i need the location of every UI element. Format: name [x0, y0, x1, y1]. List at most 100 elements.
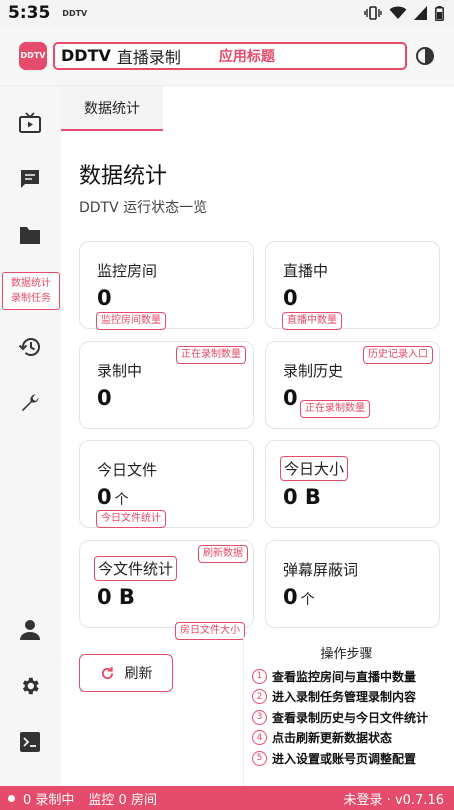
- stat-label: 直播中: [283, 262, 329, 280]
- stat-label: 录制中: [97, 362, 143, 380]
- annotation-tag: 历史记录入口: [363, 346, 433, 364]
- stat-number: 0: [283, 585, 298, 609]
- gear-icon: [22, 677, 39, 695]
- step-item: 1 查看监控房间与直播中数量: [244, 666, 449, 687]
- annotation-tag: 刷新数据: [198, 545, 248, 563]
- annotation-tag: 房日文件大小: [175, 622, 245, 640]
- annotation-tag: 正在录制数量: [300, 400, 370, 418]
- step-item: 5 进入设置或账号页调整配置: [244, 748, 449, 769]
- stat-unit: 个: [114, 492, 129, 508]
- stat-card-today-files[interactable]: 今日文件 0个 今日文件统计: [79, 440, 254, 528]
- app-title: DDTV: [61, 46, 111, 65]
- status-icons: [364, 5, 444, 21]
- app-subtitle: 直播录制: [116, 47, 181, 67]
- battery-icon: [435, 5, 444, 21]
- tv-icon: [19, 112, 41, 133]
- sidebar-item-danmaku[interactable]: [14, 163, 46, 195]
- app-logo: DDTV: [19, 41, 47, 70]
- sidebar-item-console[interactable]: [14, 726, 46, 758]
- sidebar-item-tools[interactable]: [14, 387, 46, 419]
- terminal-icon: [20, 732, 40, 752]
- stat-card-today-size[interactable]: 今日大小 0 B: [265, 440, 440, 528]
- annotation-tag: 正在录制数量: [176, 346, 246, 364]
- step-item: 3 查看录制历史与今日文件统计: [244, 707, 449, 728]
- step-text: 查看监控房间与直播中数量: [272, 669, 417, 684]
- recording-dot-icon: [8, 794, 15, 802]
- stat-label: 今文件统计: [94, 556, 178, 581]
- stat-value: 0: [97, 386, 112, 410]
- sidebar-item-files[interactable]: [14, 219, 46, 251]
- status-bar: 5:35 DDTV: [0, 0, 454, 26]
- stat-value: 0个: [283, 585, 315, 609]
- annotation-tag: 监控房间数量: [96, 312, 166, 330]
- app-bar: DDTV DDTV 直播录制 应用标题: [0, 26, 454, 86]
- step-item: 2 进入录制任务管理录制内容: [244, 687, 449, 708]
- status-carrier: DDTV: [62, 8, 88, 18]
- theme-toggle-button[interactable]: [414, 45, 436, 67]
- stat-label: 弹幕屏蔽词: [283, 561, 359, 579]
- footer-monitor-count: 监控 0 房间: [88, 792, 157, 808]
- step-text: 点击刷新更新数据状态: [272, 731, 393, 746]
- step-text: 进入设置或账号页调整配置: [272, 751, 417, 766]
- status-time: 5:35: [8, 3, 51, 23]
- sidebar-item-tasks-label: 录制任务: [11, 293, 51, 304]
- stat-unit: 个: [300, 592, 315, 608]
- signal-icon: [414, 6, 427, 20]
- stat-value: 0: [283, 286, 298, 310]
- sidebar: 数据统计 录制任务: [0, 86, 61, 786]
- sidebar-item-settings[interactable]: [14, 670, 46, 702]
- steps-title: 操作步骤: [320, 647, 373, 662]
- user-icon: [20, 620, 40, 640]
- folder-icon: [20, 227, 40, 244]
- refresh-button[interactable]: 刷新: [79, 654, 173, 692]
- chat-icon: [21, 170, 39, 188]
- annotation-tag: 今日文件统计: [96, 510, 166, 528]
- steps-panel: 操作步骤 1 查看监控房间与直播中数量 2 进入录制任务管理录制内容 3 查看录制历史…: [243, 637, 449, 786]
- step-number: 2: [252, 689, 267, 705]
- sidebar-item-stats[interactable]: 数据统计 录制任务: [2, 272, 60, 310]
- refresh-label: 刷新: [124, 666, 153, 682]
- step-text: 查看录制历史与今日文件统计: [272, 710, 429, 725]
- sidebar-item-history[interactable]: [14, 331, 46, 363]
- stat-value: 0 B: [283, 485, 321, 509]
- sidebar-item-account[interactable]: [14, 614, 46, 646]
- annotation-tag: 直播中数量: [282, 312, 342, 330]
- stat-card-file-stats[interactable]: 今文件统计 0 B 刷新数据 房日文件大小: [79, 540, 254, 640]
- wrench-icon: [21, 394, 39, 412]
- stat-card-recording[interactable]: 录制中 0 正在录制数量: [79, 341, 254, 429]
- main-content: 数据统计 数据统计 DDTV 运行状态一览 监控房间 0 监控房间数量 直播中 …: [61, 86, 454, 786]
- page-subtitle: DDTV 运行状态一览: [79, 200, 208, 216]
- refresh-icon: [101, 666, 113, 679]
- sidebar-item-stats-label: 数据统计: [11, 278, 51, 289]
- contrast-icon: [416, 46, 434, 65]
- stat-card-live[interactable]: 直播中 0 直播中数量: [265, 241, 440, 330]
- sidebar-item-live[interactable]: [14, 107, 46, 139]
- stat-card-monitor[interactable]: 监控房间 0 监控房间数量: [79, 241, 254, 330]
- stat-label: 今日大小: [280, 456, 349, 481]
- step-number: 4: [252, 730, 267, 746]
- stat-number: 0: [97, 485, 112, 509]
- history-icon: [18, 338, 40, 356]
- app-title-note: 应用标题: [218, 48, 275, 65]
- stat-card-danmaku[interactable]: 弹幕屏蔽词 0个: [265, 540, 440, 628]
- step-text: 进入录制任务管理录制内容: [272, 690, 417, 705]
- step-number: 3: [252, 709, 267, 725]
- stat-value: 0: [97, 286, 112, 310]
- footer-login-version[interactable]: 未登录 · v0.7.16: [344, 789, 444, 808]
- stat-label: 今日文件: [97, 461, 158, 479]
- footer-recording-count: 0 录制中: [23, 792, 75, 808]
- step-number: 1: [252, 668, 267, 684]
- vibrate-icon: [364, 6, 382, 20]
- stat-label: 录制历史: [283, 362, 344, 380]
- stat-value: 0 B: [97, 585, 135, 609]
- app-title-box: DDTV 直播录制 应用标题: [53, 41, 407, 70]
- step-item: 4 点击刷新更新数据状态: [244, 728, 449, 749]
- stat-value: 0个: [97, 485, 129, 509]
- tab-stats[interactable]: 数据统计: [61, 86, 163, 131]
- page-title: 数据统计: [79, 164, 168, 189]
- footer-status-bar: 0 录制中 监控 0 房间 未登录 · v0.7.16: [0, 786, 454, 810]
- wifi-icon: [389, 6, 407, 19]
- stat-value: 0: [283, 386, 298, 410]
- stat-card-history[interactable]: 录制历史 0 历史记录入口 正在录制数量: [265, 341, 440, 429]
- stat-label: 监控房间: [97, 262, 158, 280]
